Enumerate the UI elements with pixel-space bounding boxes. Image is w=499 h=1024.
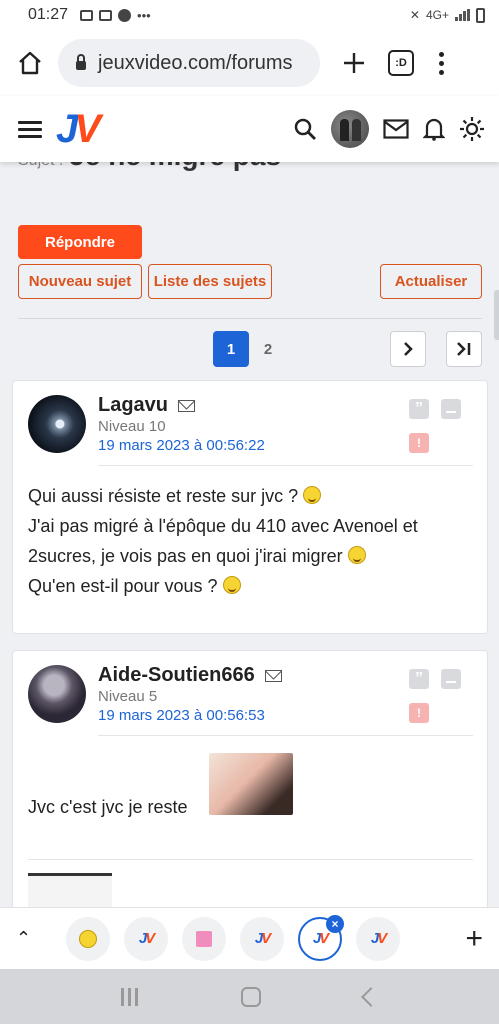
reply-button[interactable]: Répondre [18, 225, 142, 259]
author-name: Aide-Soutien666 [98, 664, 282, 687]
new-topic-button[interactable]: Nouveau sujet [18, 264, 142, 299]
more-notifications-icon: ••• [137, 7, 151, 23]
theme-sun-icon[interactable] [459, 116, 485, 142]
system-icons: ✕ 4G+ [409, 7, 485, 23]
pink-favicon-icon [196, 930, 212, 947]
author-avatar[interactable] [28, 395, 86, 453]
app-notification-icon [118, 8, 132, 22]
home-nav-icon[interactable] [240, 986, 261, 1007]
tab-strip: ⌃ JV JV JV × JV + [0, 907, 499, 969]
plus-icon [344, 53, 364, 73]
jv-logo[interactable]: JV [56, 109, 101, 149]
smiley-icon [303, 486, 322, 504]
chevron-right-icon [404, 342, 413, 356]
url-text: jeuxvideo.com/forums [98, 51, 293, 74]
search-icon[interactable] [293, 117, 317, 141]
mute-icon: ✕ [409, 8, 420, 22]
author-name-text[interactable]: Aide-Soutien666 [98, 664, 255, 687]
user-avatar[interactable] [331, 110, 369, 148]
page-1-button[interactable]: 1 [213, 331, 249, 367]
tab-thumbnail[interactable] [66, 916, 110, 961]
divider [18, 318, 482, 319]
battery-icon [476, 7, 485, 23]
page-2-button[interactable]: 2 [250, 331, 286, 367]
quote-icon[interactable]: ” [409, 669, 429, 689]
smiley-icon [79, 929, 97, 948]
jv-favicon-icon: JV [312, 930, 329, 947]
jv-favicon-icon: JV [370, 930, 387, 947]
author-name: Lagavu [98, 394, 196, 417]
close-tab-icon[interactable]: × [326, 914, 344, 933]
tab-thumbnail[interactable]: JV [240, 916, 284, 961]
post-line: Qu'en est-il pour vous ? [28, 576, 218, 596]
back-icon[interactable] [360, 986, 381, 1007]
home-button[interactable] [12, 45, 48, 81]
tab-switcher-button[interactable]: :D [388, 50, 414, 76]
browser-toolbar: jeuxvideo.com/forums :D [0, 30, 499, 96]
quote-icon[interactable]: ” [409, 399, 429, 419]
author-level: Niveau 5 [98, 688, 158, 705]
jv-favicon-icon: JV [254, 930, 271, 947]
scrollbar-handle[interactable] [494, 290, 499, 340]
tab-thumbnail[interactable]: JV [356, 916, 400, 961]
signature-divider [28, 859, 473, 860]
status-time: 01:27 [28, 6, 69, 23]
topic-list-button[interactable]: Liste des sujets [148, 264, 272, 299]
post-content: Jvc c'est jvc je reste [28, 797, 188, 817]
report-icon[interactable]: ! [409, 703, 429, 723]
send-message-icon[interactable] [264, 669, 282, 682]
last-page-button[interactable] [446, 331, 482, 367]
home-icon [19, 51, 41, 75]
blacklist-icon[interactable] [441, 669, 461, 689]
image-notification-icon [80, 9, 94, 21]
refresh-button[interactable]: Actualiser [380, 264, 482, 299]
bell-icon[interactable] [423, 117, 445, 141]
browser-menu-button[interactable] [436, 51, 446, 75]
address-bar[interactable]: jeuxvideo.com/forums [58, 39, 320, 87]
next-page-button[interactable] [390, 331, 426, 367]
mail-icon[interactable] [383, 119, 409, 139]
lock-icon [76, 54, 86, 70]
active-tab-thumbnail[interactable]: JV × [298, 914, 344, 961]
forum-post: Lagavu Niveau 10 19 mars 2023 à 00:56:22… [12, 380, 488, 634]
voicemail-icon [99, 9, 113, 21]
author-level: Niveau 10 [98, 418, 166, 435]
post-date[interactable]: 19 mars 2023 à 00:56:22 [98, 437, 265, 454]
post-content: Qui aussi résiste et reste sur jvc ? J'a… [28, 481, 478, 601]
recent-apps-icon[interactable] [121, 987, 139, 1006]
add-tab-button[interactable]: + [465, 922, 483, 956]
android-nav-bar [0, 969, 499, 1024]
new-tab-button[interactable] [336, 45, 372, 81]
post-sticker-image[interactable] [209, 753, 293, 815]
post-line: Qui aussi résiste et reste sur jvc ? [28, 486, 299, 506]
site-header: JV [0, 96, 499, 162]
author-name-text[interactable]: Lagavu [98, 394, 168, 417]
hamburger-menu-icon[interactable] [18, 120, 42, 138]
network-type: 4G+ [425, 8, 449, 22]
tab-thumbnail[interactable]: JV [124, 916, 168, 961]
post-header-divider [98, 465, 473, 466]
tab-thumbnail[interactable] [182, 916, 226, 961]
jv-favicon-icon: JV [138, 930, 155, 947]
notification-icons: ••• [80, 8, 151, 23]
chevron-up-icon[interactable]: ⌃ [16, 928, 36, 949]
status-bar: 01:27 ••• ✕ 4G+ [0, 0, 499, 30]
smiley-icon [222, 576, 241, 594]
blacklist-icon[interactable] [441, 399, 461, 419]
post-date[interactable]: 19 mars 2023 à 00:56:53 [98, 707, 265, 724]
signal-icon [455, 9, 470, 21]
forum-post: Aide-Soutien666 Niveau 5 19 mars 2023 à … [12, 650, 488, 921]
send-message-icon[interactable] [178, 399, 196, 412]
last-page-icon [457, 342, 471, 356]
author-avatar[interactable] [28, 665, 86, 723]
smiley-icon [347, 546, 366, 564]
post-header-divider [98, 735, 473, 736]
report-icon[interactable]: ! [409, 433, 429, 453]
